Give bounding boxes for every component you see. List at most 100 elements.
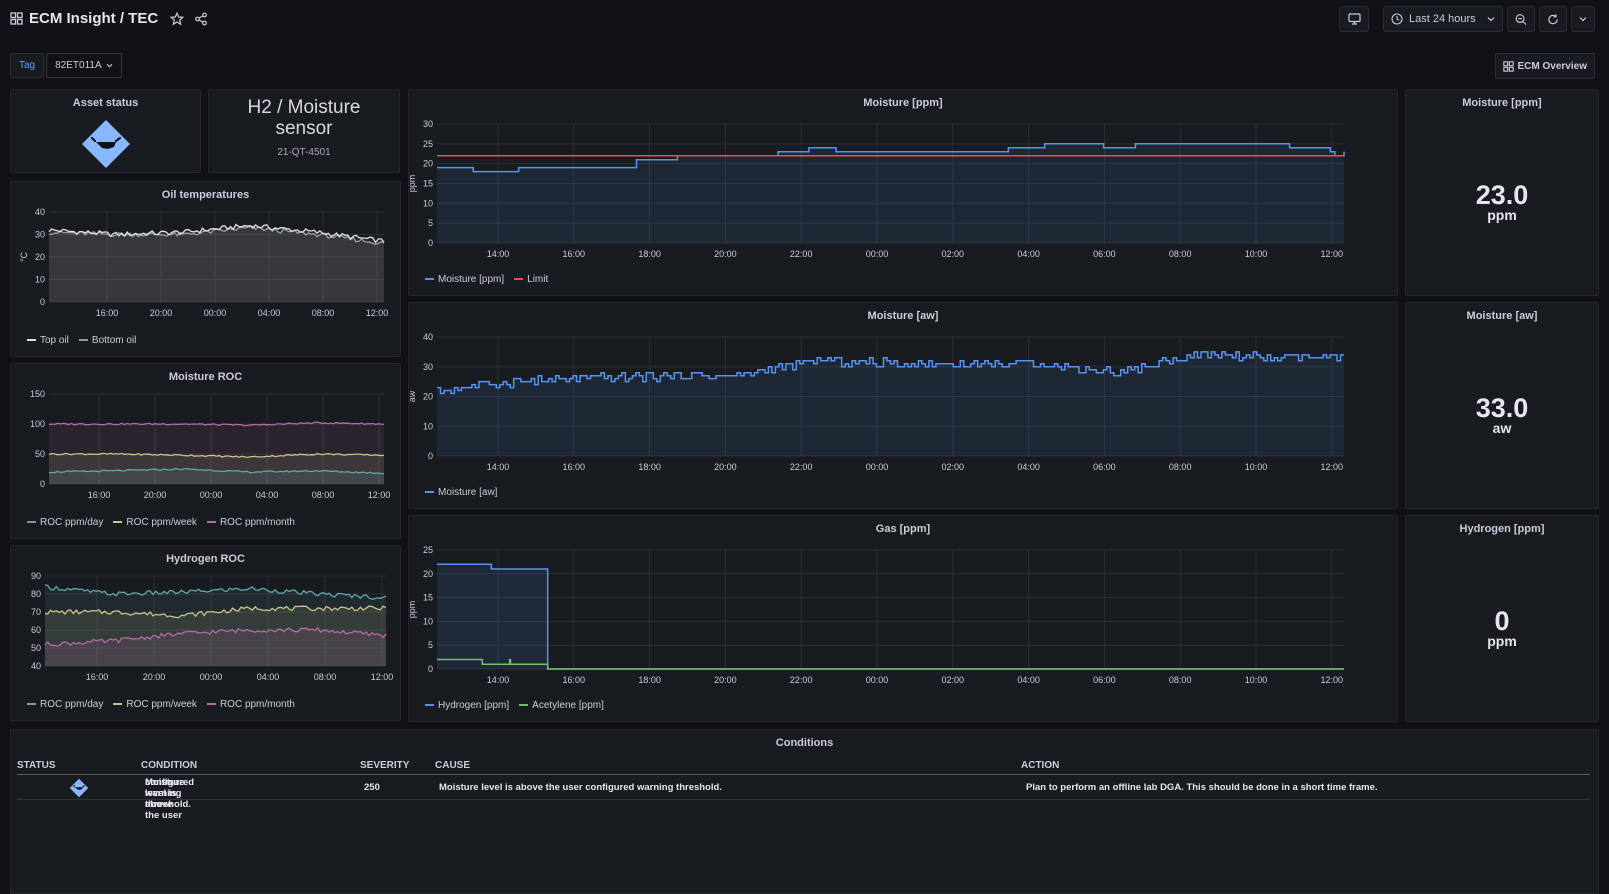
warning-diamond-icon: [82, 120, 130, 168]
moisture-roc-chart[interactable]: 150 100 50 0 16:00 20:00 00:00 04:00 08:00 12:00: [11, 386, 400, 536]
legend-item-moisture-aw[interactable]: Moisture [aw]: [425, 487, 497, 498]
refresh-interval-dropdown[interactable]: [1571, 6, 1595, 32]
dashboard-brand: ECM Insight / TEC: [10, 10, 208, 27]
moisture-ppm-chart[interactable]: 30 25 20 15 10 5 0 14:00 16:00 18:00 20:00 22:00 00:…: [409, 112, 1397, 290]
y-tick-label: 20: [423, 569, 433, 579]
star-icon[interactable]: [170, 11, 185, 26]
moisture-aw-area: [437, 351, 1344, 456]
x-tick-label: 16:00: [88, 490, 111, 500]
legend-item-roc-month[interactable]: ROC ppm/month: [206, 699, 295, 710]
sensor-title-line1: H2 / Moisture: [247, 97, 361, 118]
variables-row: Tag 82ET011A: [10, 53, 122, 78]
y-tick-label: 100: [30, 419, 45, 429]
y-tick-label: 0: [428, 451, 433, 461]
sensor-info-panel: H2 / Moisture sensor 21-QT-4501: [208, 89, 400, 173]
tag-variable-label: Tag: [10, 53, 45, 78]
moisture-area: [437, 143, 1344, 243]
hydrogen-ppm-stat-panel: Hydrogen [ppm] 0 ppm: [1405, 515, 1599, 722]
x-tick-label: 02:00: [942, 462, 965, 472]
y-tick-label: 50: [35, 449, 45, 459]
chart-legend: Moisture [aw]: [425, 487, 497, 498]
y-tick-label: 30: [35, 230, 45, 240]
chart-legend: Hydrogen [ppm] Acetylene [ppm]: [425, 700, 604, 711]
hydrogen-roc-chart[interactable]: 90 80 70 60 50 40 16:00 20:00 00:00 04:00 08:00 12:…: [11, 568, 400, 718]
hydrogen-roc-panel: Hydrogen ROC 90 80 70 60 50 40 16:00 20:00 00:00…: [10, 545, 401, 721]
zoom-out-icon: [1515, 13, 1527, 25]
x-tick-label: 18:00: [638, 249, 661, 259]
y-tick-label: 30: [423, 119, 433, 129]
legend-item-top-oil[interactable]: Top oil: [27, 335, 69, 346]
x-tick-label: 08:00: [312, 490, 335, 500]
x-tick-label: 02:00: [942, 675, 965, 685]
oil-temperatures-chart[interactable]: 40 30 20 10 0 16:00 20:00 00:00 04:00 08:00 12:00 °…: [11, 204, 400, 354]
legend-item-bottom-oil[interactable]: Bottom oil: [78, 335, 136, 346]
x-tick-label: 12:00: [1321, 249, 1344, 259]
legend-item-roc-week[interactable]: ROC ppm/week: [113, 699, 197, 710]
gas-ppm-chart[interactable]: 25 20 15 10 5 0 14:00 16:00 18:00 20:00 22:00 00:00…: [409, 538, 1397, 716]
oil-temperatures-panel: Oil temperatures 40 30 20 10 0 16:00 20:00 00:0…: [10, 181, 401, 357]
panel-title: Gas [ppm]: [875, 523, 931, 535]
panel-title: Moisture ROC: [168, 371, 243, 383]
legend-item-moisture[interactable]: Moisture [ppm]: [425, 274, 504, 285]
x-tick-label: 00:00: [866, 462, 889, 472]
hydrogen-area: [437, 564, 1344, 669]
legend-item-roc-week[interactable]: ROC ppm/week: [113, 517, 197, 528]
legend-item-hydrogen[interactable]: Hydrogen [ppm]: [425, 700, 509, 711]
legend-item-limit[interactable]: Limit: [514, 274, 548, 285]
dashboards-grid-icon[interactable]: [10, 12, 23, 25]
legend-item-roc-day[interactable]: ROC ppm/day: [27, 699, 103, 710]
ecm-overview-link[interactable]: ECM Overview: [1494, 53, 1595, 79]
moisture-roc-panel: Moisture ROC 150 100 50 0 16:00 20:00 00:00 04:…: [10, 363, 401, 539]
table-row[interactable]: Moisture level is above the user configu…: [17, 776, 1590, 821]
stat-unit: ppm: [1487, 207, 1517, 223]
x-tick-label: 18:00: [638, 675, 661, 685]
panel-title: Conditions: [775, 737, 834, 749]
y-tick-label: 5: [428, 218, 433, 228]
tag-variable-select[interactable]: 82ET011A: [46, 53, 122, 78]
x-tick-label: 04:00: [1017, 462, 1040, 472]
refresh-button[interactable]: [1539, 6, 1567, 32]
legend-item-roc-day[interactable]: ROC ppm/day: [27, 517, 103, 528]
sensor-title: H2 / Moisture sensor: [209, 97, 399, 139]
zoom-out-button[interactable]: [1507, 6, 1535, 32]
y-tick-label: 40: [423, 332, 433, 342]
column-header-condition[interactable]: CONDITION: [141, 760, 197, 771]
y-tick-label: 0: [428, 664, 433, 674]
toolbar-right: Last 24 hours: [1339, 6, 1595, 32]
legend-item-roc-month[interactable]: ROC ppm/month: [206, 517, 295, 528]
column-header-severity[interactable]: SEVERITY: [360, 760, 409, 771]
condition-line2: configured warning threshold.: [145, 777, 195, 810]
moisture-ppm-stat-panel: Moisture [ppm] 23.0 ppm: [1405, 89, 1599, 296]
x-tick-label: 02:00: [942, 249, 965, 259]
x-tick-label: 10:00: [1245, 462, 1268, 472]
y-tick-label: 0: [428, 238, 433, 248]
x-tick-label: 06:00: [1093, 675, 1116, 685]
dashboards-grid-icon: [1502, 60, 1514, 72]
share-icon[interactable]: [194, 12, 208, 26]
time-range-label: Last 24 hours: [1409, 13, 1476, 25]
x-tick-label: 22:00: [790, 675, 813, 685]
tv-mode-button[interactable]: [1339, 6, 1369, 32]
moisture-ppm-panel: Moisture [ppm] 30 25 20 15 10 5 0 14:00 16:00 18:…: [408, 89, 1398, 296]
x-tick-label: 12:00: [1321, 675, 1344, 685]
x-tick-label: 00:00: [866, 675, 889, 685]
x-tick-label: 00:00: [866, 249, 889, 259]
chart-legend: Moisture [ppm] Limit: [425, 274, 548, 285]
tag-variable-value: 82ET011A: [55, 60, 102, 71]
dashboard-title[interactable]: ECM Insight / TEC: [29, 10, 158, 27]
column-header-status[interactable]: STATUS: [17, 760, 56, 771]
y-axis-label: °C: [19, 251, 29, 262]
x-tick-label: 20:00: [714, 675, 737, 685]
x-tick-label: 12:00: [371, 672, 394, 682]
x-tick-label: 14:00: [487, 675, 510, 685]
column-header-cause[interactable]: CAUSE: [435, 760, 470, 771]
legend-item-acetylene[interactable]: Acetylene [ppm]: [519, 700, 604, 711]
x-tick-label: 16:00: [563, 462, 586, 472]
x-tick-label: 06:00: [1093, 462, 1116, 472]
y-tick-label: 0: [40, 297, 45, 307]
moisture-aw-chart[interactable]: 40 30 20 10 0 14:00 16:00 18:00 20:00 22:00 00:00 0…: [409, 325, 1397, 503]
column-header-action[interactable]: ACTION: [1021, 760, 1059, 771]
y-tick-label: 90: [31, 571, 41, 581]
time-range-picker[interactable]: Last 24 hours: [1383, 6, 1503, 32]
chart-legend: Top oil Bottom oil: [27, 335, 136, 346]
